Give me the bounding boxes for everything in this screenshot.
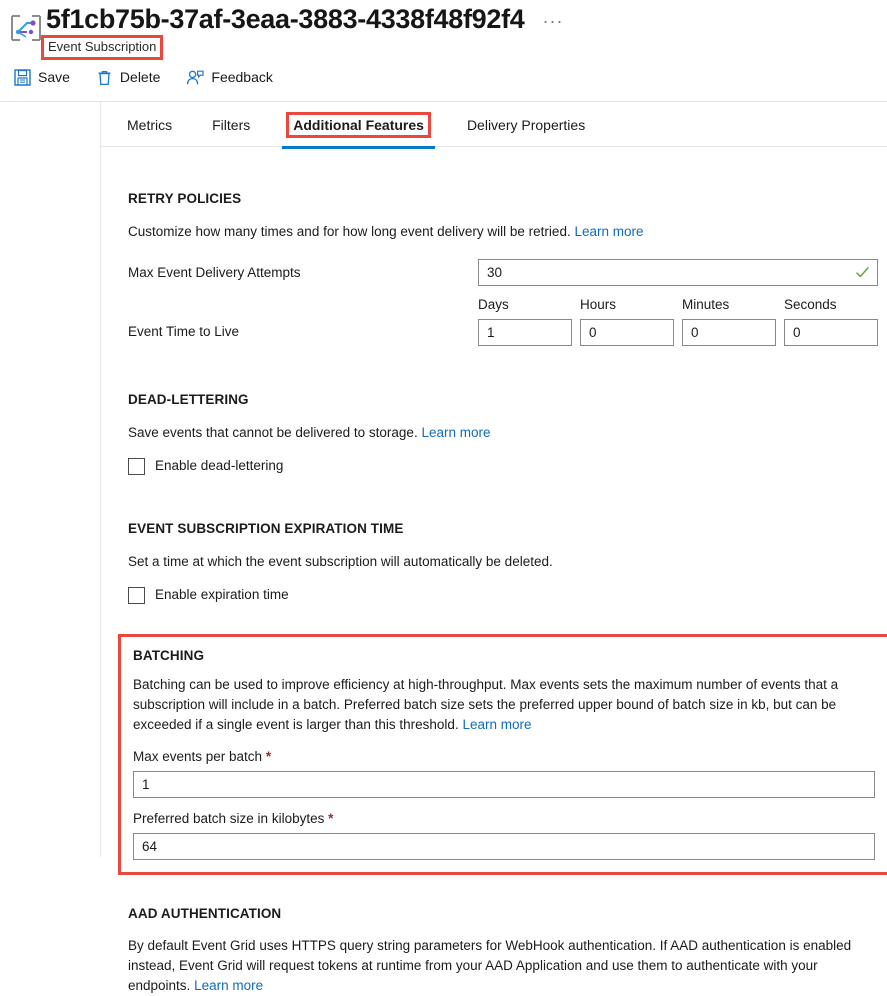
delete-label: Delete (119, 69, 161, 85)
ttl-hours-input[interactable] (580, 319, 674, 346)
tab-delivery-properties-label: Delivery Properties (466, 117, 586, 133)
feedback-button[interactable]: Feedback (186, 68, 273, 86)
event-time-to-live-label: Event Time to Live (128, 324, 240, 339)
max-events-per-batch-required-marker: * (265, 749, 272, 764)
max-events-per-batch-label-row: Max events per batch * (133, 748, 875, 766)
section-retry-policies: RETRY POLICIES Customize how many times … (101, 190, 887, 346)
enable-expiration-time-label: Enable expiration time (155, 587, 289, 602)
ttl-hours-header: Hours (580, 297, 617, 312)
dead-lettering-description-text: Save events that cannot be delivered to … (128, 425, 418, 440)
command-bar: Save Delete Feedback (14, 68, 273, 86)
max-events-per-batch-label: Max events per batch (133, 749, 263, 764)
more-menu-button[interactable]: ··· (543, 12, 564, 30)
aad-authentication-description: By default Event Grid uses HTTPS query s… (128, 936, 881, 996)
enable-dead-lettering-checkbox[interactable] (128, 457, 145, 475)
tab-filters[interactable]: Filters (192, 116, 270, 134)
tab-filters-label: Filters (212, 117, 251, 133)
retry-policies-title: RETRY POLICIES (128, 191, 242, 206)
enable-expiration-time-row[interactable]: Enable expiration time (128, 586, 881, 604)
content-pane: Metrics Filters Additional Features Deli… (101, 102, 887, 993)
preferred-batch-size-required-marker: * (328, 811, 334, 826)
preferred-batch-size-label: Preferred batch size in kilobytes (133, 811, 325, 826)
page-title: 5f1cb75b-37af-3eaa-3883-4338f48f92f4 (46, 4, 525, 34)
title-row: 5f1cb75b-37af-3eaa-3883-4338f48f92f4 ··· (46, 2, 564, 36)
dead-lettering-learn-more-link[interactable]: Learn more (421, 425, 490, 440)
ttl-seconds-input[interactable] (784, 319, 878, 346)
retry-policies-learn-more-link[interactable]: Learn more (574, 224, 643, 239)
delete-button[interactable]: Delete (96, 68, 160, 86)
preferred-batch-size-input[interactable] (133, 833, 875, 860)
resource-type-label: Event Subscription (48, 39, 157, 54)
ttl-hours-field: Hours (580, 296, 674, 346)
ttl-seconds-header: Seconds (784, 297, 837, 312)
enable-dead-lettering-row[interactable]: Enable dead-lettering (128, 457, 881, 475)
tab-delivery-properties[interactable]: Delivery Properties (447, 116, 605, 134)
feedback-label: Feedback (211, 69, 273, 85)
ttl-minutes-header: Minutes (682, 297, 730, 312)
batching-annotation-box: BATCHING Batching can be used to improve… (118, 634, 887, 875)
tab-additional-features[interactable]: Additional Features (270, 112, 447, 149)
aad-authentication-title: AAD AUTHENTICATION (128, 906, 282, 921)
section-dead-lettering: DEAD-LETTERING Save events that cannot b… (101, 391, 887, 475)
resource-type-annotation: Event Subscription (41, 35, 164, 60)
ttl-days-field: Days (478, 296, 572, 346)
tab-additional-features-label: Additional Features (286, 112, 431, 138)
section-expiration-time: EVENT SUBSCRIPTION EXPIRATION TIME Set a… (101, 520, 887, 604)
tab-bar: Metrics Filters Additional Features Deli… (101, 102, 887, 149)
settings-sections: RETRY POLICIES Customize how many times … (101, 147, 887, 996)
tab-metrics[interactable]: Metrics (107, 116, 192, 134)
batching-description: Batching can be used to improve efficien… (133, 675, 875, 735)
ttl-days-header: Days (478, 297, 509, 312)
event-time-to-live-row: Event Time to Live Days Hours (128, 296, 881, 346)
aad-authentication-learn-more-link[interactable]: Learn more (194, 978, 263, 993)
ttl-minutes-field: Minutes (682, 296, 776, 346)
event-grid-icon (10, 14, 42, 42)
save-button[interactable]: Save (14, 68, 70, 86)
batching-title: BATCHING (133, 648, 205, 663)
dead-lettering-title: DEAD-LETTERING (128, 392, 249, 407)
retry-policies-description: Customize how many times and for how lon… (128, 222, 881, 242)
ttl-days-input[interactable] (478, 319, 572, 346)
save-label: Save (38, 69, 70, 85)
ttl-seconds-field: Seconds (784, 296, 878, 346)
page-header: 5f1cb75b-37af-3eaa-3883-4338f48f92f4 ···… (0, 0, 887, 62)
preferred-batch-size-label-row: Preferred batch size in kilobytes * (133, 810, 875, 828)
preferred-batch-size-field: Preferred batch size in kilobytes * (133, 810, 875, 860)
batching-learn-more-link[interactable]: Learn more (462, 717, 531, 732)
tab-metrics-label: Metrics (127, 117, 173, 133)
ttl-minutes-input[interactable] (682, 319, 776, 346)
enable-dead-lettering-label: Enable dead-lettering (155, 458, 284, 473)
section-batching: BATCHING Batching can be used to improve… (101, 634, 887, 875)
max-event-delivery-attempts-row: Max Event Delivery Attempts (128, 259, 881, 286)
max-events-per-batch-input[interactable] (133, 771, 875, 798)
dead-lettering-description: Save events that cannot be delivered to … (128, 423, 881, 443)
body-area: Metrics Filters Additional Features Deli… (0, 102, 887, 993)
feedback-person-icon (186, 69, 204, 86)
expiration-time-title: EVENT SUBSCRIPTION EXPIRATION TIME (128, 521, 404, 536)
save-icon (14, 68, 31, 86)
retry-policies-description-text: Customize how many times and for how lon… (128, 224, 571, 239)
max-event-delivery-attempts-label: Max Event Delivery Attempts (128, 264, 301, 280)
enable-expiration-time-checkbox[interactable] (128, 586, 145, 604)
section-aad-authentication: AAD AUTHENTICATION By default Event Grid… (101, 905, 887, 996)
max-events-per-batch-field: Max events per batch * (133, 748, 875, 798)
trash-icon (96, 69, 113, 86)
max-event-delivery-attempts-input[interactable] (478, 259, 878, 286)
expiration-time-description: Set a time at which the event subscripti… (128, 554, 553, 569)
